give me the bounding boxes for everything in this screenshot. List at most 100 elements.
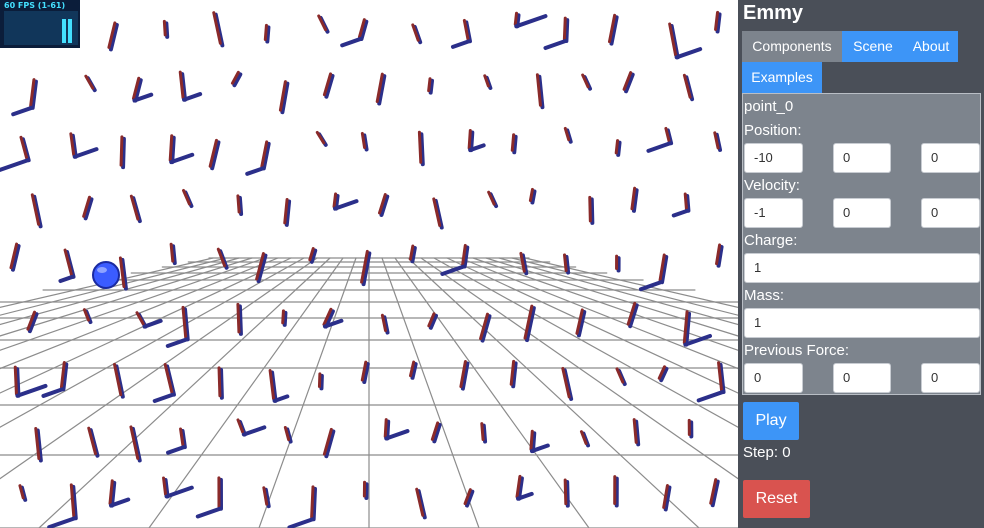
field-arrow-shadow <box>195 506 222 519</box>
tab-components[interactable]: Components <box>742 31 842 62</box>
field-arrow <box>510 133 516 152</box>
field-arrow <box>263 23 268 42</box>
grid-line <box>511 257 738 316</box>
velocity-z-input[interactable]: 0 <box>921 198 980 228</box>
field-arrow-shadow <box>340 36 363 48</box>
field-arrow <box>13 365 18 396</box>
fps-graph <box>4 11 78 45</box>
app-title: Emmy <box>743 2 804 24</box>
velocity-x-input[interactable]: -1 <box>744 198 803 228</box>
tab-scene[interactable]: Scene <box>842 31 904 62</box>
charge-input[interactable]: 1 <box>744 253 980 283</box>
position-x-input[interactable]: -10 <box>744 143 803 173</box>
field-arrow <box>417 130 423 164</box>
field-arrow <box>383 418 388 439</box>
field-arrow-shadow <box>164 485 194 499</box>
field-arrow-shadow <box>450 39 471 49</box>
component-name: point_0 <box>744 98 794 115</box>
tab-about[interactable]: About <box>904 31 958 62</box>
field-arrow <box>632 418 638 444</box>
fps-bar <box>62 19 66 43</box>
field-arrow <box>467 128 472 150</box>
field-arrow <box>563 253 568 273</box>
field-arrow-shadow <box>0 158 30 173</box>
field-arrow-shadow <box>674 47 703 60</box>
charged-particle[interactable] <box>92 261 120 289</box>
previous-force-x-input[interactable]: 0 <box>744 363 803 393</box>
position-y-input[interactable]: 0 <box>833 143 891 173</box>
previous-force-z-input[interactable]: 0 <box>921 363 980 393</box>
field-arrow-shadow <box>241 425 267 437</box>
reset-button[interactable]: Reset <box>743 480 810 518</box>
position-label: Position: <box>744 122 802 139</box>
mass-label: Mass: <box>744 287 785 304</box>
fps-monitor[interactable]: 60 FPS (1-61) <box>0 0 80 48</box>
grid-line <box>446 257 738 394</box>
fps-text: 60 FPS (1-61) <box>4 1 66 10</box>
field-arrow-shadow <box>142 318 163 329</box>
grid-line <box>394 257 590 528</box>
field-arrow <box>236 302 241 334</box>
scene-canvas[interactable] <box>0 0 738 528</box>
field-arrow <box>217 366 222 398</box>
field-arrow-shadow <box>58 274 75 284</box>
velocity-y-input[interactable]: 0 <box>833 198 891 228</box>
field-arrow-shadow <box>589 197 595 225</box>
field-arrow <box>119 135 124 167</box>
component-properties: point_0 Position: -10 0 0 Velocity: -1 0… <box>742 93 981 395</box>
position-z-input[interactable]: 0 <box>921 143 980 173</box>
mass-input[interactable]: 1 <box>744 308 980 338</box>
field-arrow <box>310 485 315 519</box>
field-arrow-shadow <box>282 310 288 327</box>
particle-sphere[interactable] <box>92 261 120 289</box>
grid-line <box>524 257 738 309</box>
field-arrow <box>168 134 174 162</box>
field-arrow <box>513 11 519 26</box>
field-arrow-shadow <box>41 387 65 398</box>
grid-line <box>459 257 738 370</box>
grid-line <box>407 257 700 528</box>
particle-highlight <box>97 267 107 273</box>
field-arrow <box>588 195 592 223</box>
field-arrow-shadow <box>543 39 568 51</box>
field-arrow <box>529 429 534 451</box>
field-arrow-shadow <box>166 445 186 455</box>
field-arrow <box>562 16 567 41</box>
field-arrow <box>169 242 175 263</box>
field-arrow-shadow <box>11 105 34 117</box>
grid-line <box>381 257 480 528</box>
field-arrow <box>162 476 168 496</box>
field-arrow-shadow <box>152 392 175 404</box>
field-arrow <box>332 192 338 209</box>
charge-label: Charge: <box>744 232 798 249</box>
field-arrow <box>480 422 485 442</box>
step-counter: Step: 0 <box>743 444 791 461</box>
field-arrow-shadow <box>72 147 99 159</box>
velocity-label: Velocity: <box>744 177 800 194</box>
field-arrow-shadow <box>646 141 673 153</box>
scene-viewport[interactable]: 60 FPS (1-61) <box>0 0 738 528</box>
field-arrow-shadow <box>565 480 570 508</box>
field-arrow-shadow <box>245 166 265 176</box>
field-arrow <box>162 19 167 37</box>
field-arrow <box>236 194 241 214</box>
field-arrow <box>427 77 432 93</box>
grid-line <box>420 257 738 480</box>
tab-examples[interactable]: Examples <box>742 62 822 93</box>
previous-force-label: Previous Force: <box>744 342 850 359</box>
field-arrow-shadow <box>696 390 725 403</box>
grid-line <box>38 257 331 528</box>
grid-line <box>0 257 214 309</box>
field-arrow-shadow <box>514 14 548 29</box>
grid-line <box>0 257 292 394</box>
field-arrow-shadow <box>671 208 690 218</box>
field-arrow <box>563 478 568 506</box>
field-arrow <box>714 10 720 31</box>
field-arrow-shadow <box>287 517 315 528</box>
field-arrow <box>614 139 620 155</box>
play-button[interactable]: Play <box>743 402 799 440</box>
field-arrow-shadow <box>15 383 48 398</box>
field-arrow <box>683 192 688 211</box>
previous-force-y-input[interactable]: 0 <box>833 363 891 393</box>
fps-bar <box>68 19 72 43</box>
